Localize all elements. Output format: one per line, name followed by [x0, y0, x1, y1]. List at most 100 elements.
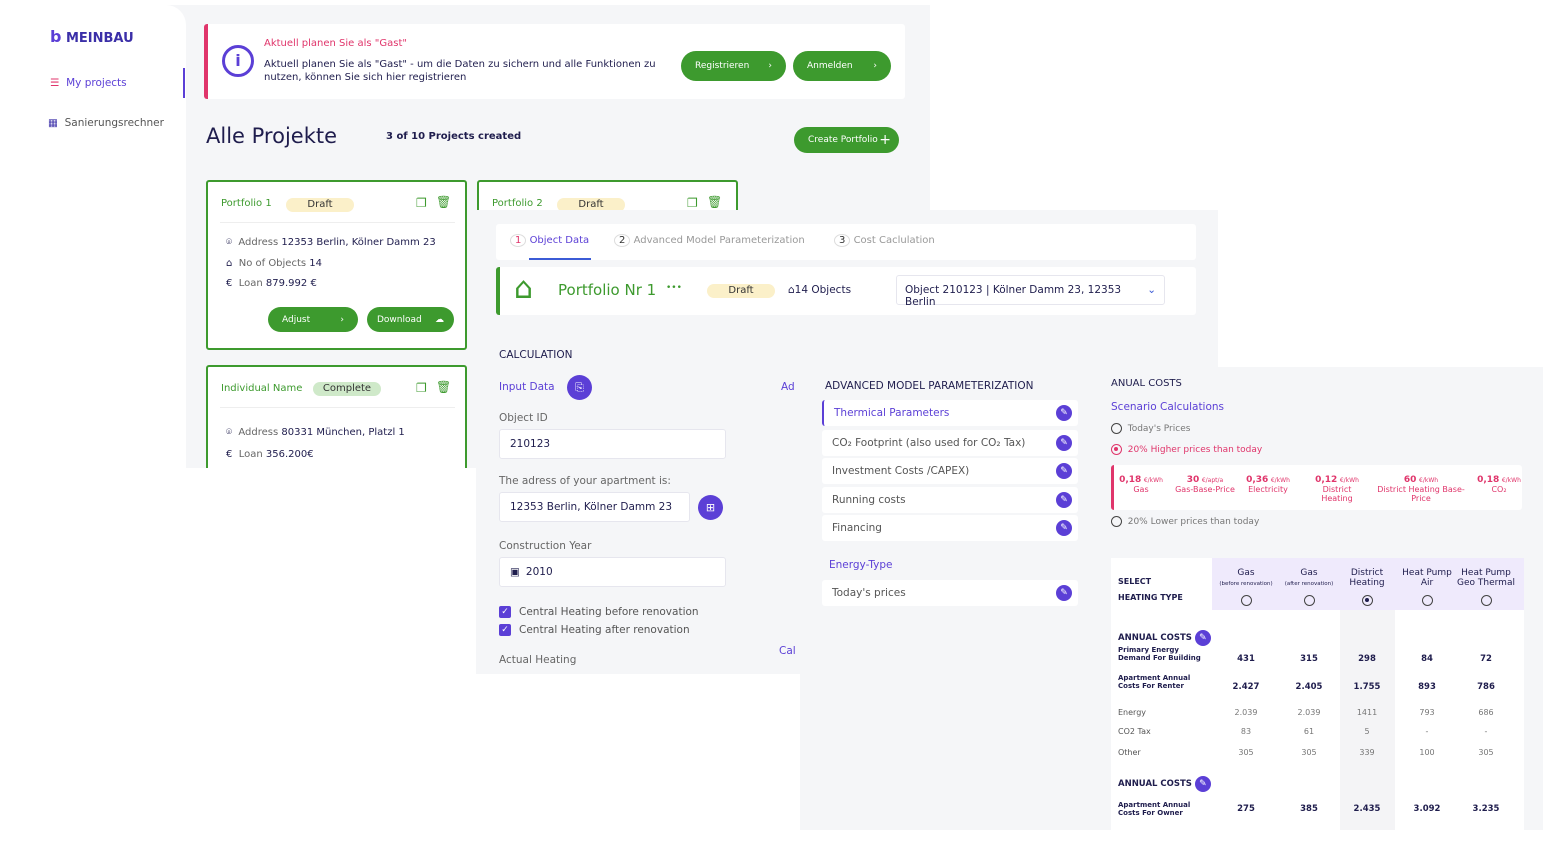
- heating-type-radio[interactable]: [1422, 595, 1433, 606]
- price-unit: €/kWh: [1143, 477, 1163, 484]
- table-cell: 72: [1480, 654, 1492, 664]
- objects-line: ⌂ No of Objects 14: [226, 258, 322, 269]
- table-cell: 83: [1240, 727, 1252, 736]
- objects-count: ⌂14 Objects: [788, 284, 851, 296]
- param-label: Investment Costs /CAPEX): [832, 465, 970, 477]
- heating-type-header: Heat Pump Geo Thermal: [1454, 568, 1518, 588]
- edit-icon[interactable]: ✎: [1056, 463, 1072, 479]
- heating-type-name: Gas: [1300, 568, 1318, 578]
- login-label: Anmelden: [807, 61, 853, 71]
- create-portfolio-label: Create Portfolio: [808, 135, 878, 145]
- price-value: 0,36: [1246, 475, 1269, 485]
- param-running[interactable]: Running costs ✎: [822, 487, 1078, 513]
- sidebar-item-sanierungsrechner[interactable]: ▦ Sanierungsrechner: [48, 117, 164, 129]
- edit-icon[interactable]: ✎: [1056, 492, 1072, 508]
- heating-type-header: Gas (before renovation): [1214, 568, 1278, 589]
- param-co2[interactable]: CO₂ Footprint (also used for CO₂ Tax) ✎: [822, 430, 1078, 456]
- document-icon[interactable]: ⎘: [567, 375, 592, 400]
- copy-icon[interactable]: ❐: [416, 381, 427, 395]
- price-label: District Heating Base-Price: [1377, 485, 1465, 503]
- edit-icon[interactable]: ✎: [1194, 630, 1211, 646]
- sidebar-item-my-projects[interactable]: ☰ My projects: [50, 77, 127, 89]
- step-object-data[interactable]: 1 Object Data: [510, 234, 589, 247]
- object-id-value: 210123: [510, 438, 551, 450]
- edit-icon[interactable]: ✎: [1194, 776, 1211, 792]
- address-label: Address: [238, 427, 279, 438]
- guest-banner: i Aktuell planen Sie als "Gast" Aktuell …: [204, 24, 905, 99]
- heating-type-radio[interactable]: [1304, 595, 1315, 606]
- sidebar-item-label: Sanierungsrechner: [64, 117, 164, 129]
- object-select[interactable]: Object 210123 | Kölner Damm 23, 12353 Be…: [896, 275, 1165, 308]
- download-label: Download: [377, 314, 422, 325]
- table-cell: 305: [1301, 748, 1317, 757]
- edit-icon[interactable]: ✎: [1056, 435, 1072, 451]
- edit-icon[interactable]: ✎: [1056, 520, 1072, 536]
- chevron-down-icon: ⌄: [1147, 284, 1156, 296]
- row-label: Apartment Annual Costs For Renter: [1118, 674, 1191, 690]
- portfolio-card[interactable]: Individual Name Complete ❐ 🗑 ⌾ Address 8…: [206, 365, 467, 468]
- copy-icon[interactable]: ❐: [687, 196, 698, 210]
- radio-lower-prices[interactable]: 20% Lower prices than today: [1111, 516, 1259, 527]
- heating-type-radio[interactable]: [1481, 595, 1492, 606]
- banner-title: Aktuell planen Sie als "Gast": [264, 38, 407, 49]
- heating-type-radio[interactable]: [1241, 595, 1252, 606]
- energy-todays-prices[interactable]: Today's prices ✎: [822, 580, 1078, 606]
- price-value: 30: [1186, 475, 1200, 485]
- step-label: Advanced Model Parameterization: [633, 235, 805, 246]
- construction-year-input[interactable]: ▣ 2010: [499, 557, 726, 587]
- object-id-input[interactable]: 210123: [499, 429, 726, 459]
- portfolio-card[interactable]: Portfolio 1 Draft ❐ 🗑 ⌾ Address 12353 Be…: [206, 180, 467, 350]
- sidebar: b MEINBAU ☰ My projects ▦ Sanierungsrech…: [0, 5, 186, 468]
- card-title: Portfolio 2: [492, 198, 543, 209]
- login-button[interactable]: Anmelden ›: [793, 51, 891, 81]
- radio-todays-prices[interactable]: Today's Prices: [1111, 423, 1190, 434]
- radio-higher-prices[interactable]: 20% Higher prices than today: [1111, 444, 1262, 455]
- adjust-button[interactable]: Adjust ›: [268, 307, 358, 332]
- card-title: Individual Name: [221, 383, 303, 394]
- more-options-button[interactable]: •••: [666, 283, 682, 293]
- step-cost-calculation[interactable]: 3 Cost Caclulation: [834, 234, 935, 247]
- loan-value: 879.992 €: [265, 278, 317, 289]
- price-unit: €/apt/a: [1201, 477, 1224, 484]
- edit-icon[interactable]: ✎: [1056, 405, 1072, 421]
- checkbox-after-renovation[interactable]: ✓ Central Heating after renovation: [499, 624, 690, 636]
- loan-line: € Loan 356.200€: [226, 449, 314, 460]
- portfolio-title: Portfolio Nr 1: [558, 281, 657, 299]
- list-icon: ☰: [50, 77, 60, 89]
- logo-icon: b: [50, 27, 62, 46]
- price-box: 0,18 €/kWh Gas 30 €/apt/a Gas-Base-Price 0…: [1111, 465, 1522, 510]
- loan-line: € Loan 879.992 €: [226, 278, 317, 289]
- register-button[interactable]: Registrieren ›: [681, 51, 786, 81]
- row-label: Energy: [1118, 708, 1147, 717]
- trash-icon[interactable]: 🗑: [436, 195, 451, 209]
- address-value: 80331 München, Platzl 1: [281, 427, 405, 438]
- copy-icon[interactable]: ❐: [416, 196, 427, 210]
- objects-count-label: 14 Objects: [794, 284, 852, 296]
- table-cell: 61: [1303, 727, 1315, 736]
- step-advanced-model[interactable]: 2 Advanced Model Parameterization: [614, 234, 805, 247]
- table-cell: 2.039: [1234, 708, 1258, 717]
- edit-icon[interactable]: ✎: [1056, 585, 1072, 601]
- trash-icon[interactable]: 🗑: [707, 195, 722, 209]
- checkbox-label: Central Heating after renovation: [519, 624, 690, 636]
- calculation-tab-label[interactable]: Cal: [779, 645, 796, 657]
- table-cell: 2.435: [1353, 804, 1381, 814]
- heating-type-sub: (after renovation): [1284, 581, 1334, 587]
- param-label: Today's prices: [832, 587, 906, 599]
- trash-icon[interactable]: 🗑: [436, 380, 451, 394]
- map-icon[interactable]: ⊞: [698, 495, 723, 520]
- create-portfolio-button[interactable]: Create Portfolio +: [794, 127, 899, 153]
- row-label: Apartment Annual Costs For Owner: [1118, 801, 1191, 817]
- param-financing[interactable]: Financing ✎: [822, 515, 1078, 541]
- address-input[interactable]: 12353 Berlin, Kölner Damm 23: [499, 492, 690, 522]
- address-label: The adress of your apartment is:: [499, 475, 671, 487]
- heating-type-name: Heat Pump Air: [1402, 568, 1452, 588]
- download-button[interactable]: Download ☁: [367, 307, 454, 332]
- advanced-tab-label[interactable]: Ad: [781, 381, 795, 393]
- chevron-right-icon: ›: [340, 314, 344, 325]
- checkbox-before-renovation[interactable]: ✓ Central Heating before renovation: [499, 606, 699, 618]
- heating-type-radio[interactable]: [1362, 595, 1373, 606]
- param-thermical[interactable]: Thermical Parameters ✎: [822, 400, 1078, 426]
- param-investment[interactable]: Investment Costs /CAPEX) ✎: [822, 458, 1078, 484]
- sidebar-item-label: My projects: [66, 77, 127, 89]
